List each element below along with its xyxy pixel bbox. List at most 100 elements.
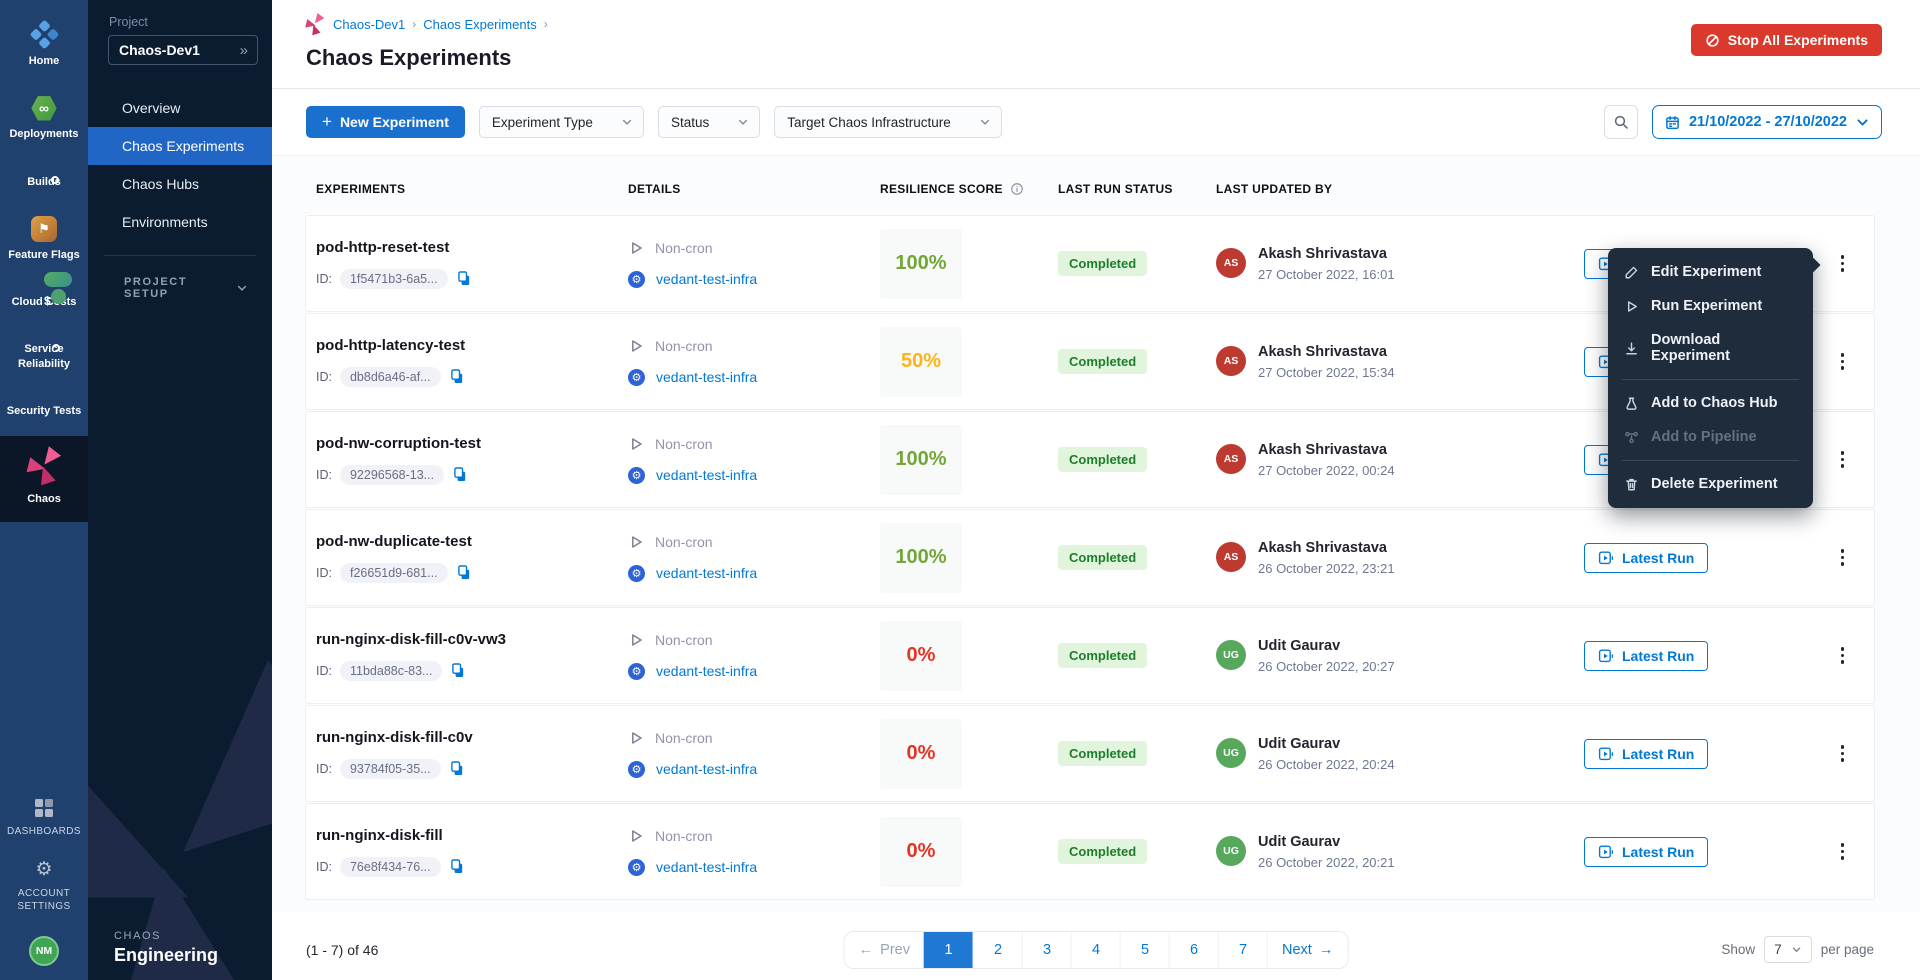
row-menu-kebab[interactable] [1835,347,1851,376]
page-size-select[interactable]: 7 [1764,936,1812,963]
latest-run-button[interactable]: Latest Run [1584,739,1708,769]
updated-by-cell: AS Akash Shrivastava 26 October 2022, 23… [1216,540,1584,576]
latest-run-label: Latest Run [1622,844,1694,860]
expand-sidebar-icon[interactable]: » [240,43,248,58]
app-root: Home ∞ Deployments Builds ⚑ Feature Flag… [0,0,1920,980]
sidebar-item-overview[interactable]: Overview [88,89,272,127]
row-menu-kebab[interactable] [1835,641,1851,670]
page-button-3[interactable]: 3 [1022,932,1071,968]
menu-item-run-experiment[interactable]: Run Experiment [1608,289,1813,323]
menu-item-edit-experiment[interactable]: Edit Experiment [1608,255,1813,289]
nav-rail-item-feature-flags[interactable]: ⚑ Feature Flags [0,207,88,271]
nav-rail-item-chaos[interactable]: Chaos [0,436,88,521]
experiment-type: Non-cron [655,338,713,354]
filter-status[interactable]: Status [658,106,760,138]
latest-run-button[interactable]: Latest Run [1584,543,1708,573]
experiment-cell: pod-nw-corruption-test ID: 92296568-13..… [306,435,628,485]
feature-flags-icon: ⚑ [31,216,57,242]
search-button[interactable] [1604,105,1638,139]
experiment-name[interactable]: run-nginx-disk-fill [316,827,628,844]
experiment-cell: pod-http-latency-test ID: db8d6a46-af... [306,337,628,387]
project-setup-section[interactable]: PROJECT SETUP [88,256,272,300]
copy-id-icon[interactable] [452,466,468,483]
breadcrumb-link-chaos-dev1[interactable]: Chaos-Dev1 [333,17,405,32]
sidebar-item-chaos-experiments[interactable]: Chaos Experiments [88,127,272,165]
nav-rail-item-deployments[interactable]: ∞ Deployments [0,86,88,150]
row-menu-kebab[interactable] [1835,445,1851,474]
page-button-6[interactable]: 6 [1169,932,1218,968]
nav-rail-item-service-reliability[interactable]: Service Reliability [0,327,88,380]
copy-id-icon[interactable] [450,662,466,679]
copy-id-icon[interactable] [456,564,472,581]
page-button-5[interactable]: 5 [1120,932,1169,968]
play-icon [628,632,644,648]
copy-id-icon[interactable] [449,858,465,875]
menu-item-download-experiment[interactable]: Download Experiment [1608,323,1813,373]
nav-rail-item-home[interactable]: Home [0,12,88,77]
filter-experiment-type[interactable]: Experiment Type [479,106,644,138]
infrastructure-link[interactable]: vedant-test-infra [656,761,757,777]
infrastructure-link[interactable]: vedant-test-infra [656,369,757,385]
page-button-4[interactable]: 4 [1071,932,1120,968]
page-button-7[interactable]: 7 [1218,932,1267,968]
experiment-name[interactable]: pod-nw-duplicate-test [316,533,628,550]
row-menu-kebab[interactable] [1835,837,1851,866]
experiment-name[interactable]: pod-nw-corruption-test [316,435,628,452]
infrastructure-link[interactable]: vedant-test-infra [656,663,757,679]
row-menu-kebab[interactable] [1835,739,1851,768]
page-size-value: 7 [1774,942,1782,957]
play-icon [628,828,644,844]
next-page-button[interactable]: Next → [1267,932,1347,968]
page-button-1[interactable]: 1 [924,932,973,968]
infrastructure-link[interactable]: vedant-test-infra [656,467,757,483]
breadcrumb-link-chaos-experiments[interactable]: Chaos Experiments [423,17,536,32]
experiment-name[interactable]: pod-http-reset-test [316,239,628,256]
table-row: run-nginx-disk-fill ID: 76e8f434-76... N… [306,804,1874,899]
table-header-row: EXPERIMENTSDETAILSRESILIENCE SCORELAST R… [306,166,1874,216]
experiment-name[interactable]: run-nginx-disk-fill-c0v [316,729,628,746]
experiment-id-label: ID: [316,762,332,776]
row-menu-kebab[interactable] [1835,543,1851,572]
sidebar-item-environments[interactable]: Environments [88,203,272,241]
menu-item-add-to-chaos-hub[interactable]: Add to Chaos Hub [1608,386,1813,420]
page-button-2[interactable]: 2 [973,932,1022,968]
row-menu-kebab[interactable] [1835,249,1851,278]
nav-rail-item-dashboards[interactable]: DASHBOARDS [0,788,88,847]
breadcrumb-separator: › [544,17,548,31]
latest-run-button[interactable]: Latest Run [1584,837,1708,867]
sidebar-item-chaos-hubs[interactable]: Chaos Hubs [88,165,272,203]
filter-target-chaos-infrastructure[interactable]: Target Chaos Infrastructure [774,106,1002,138]
copy-id-icon[interactable] [449,760,465,777]
new-experiment-button[interactable]: + New Experiment [306,106,465,138]
filter-label: Target Chaos Infrastructure [787,115,951,130]
status-badge: Completed [1058,643,1147,668]
experiment-id: 92296568-13... [340,465,444,485]
kubernetes-icon: ⚙ [628,369,645,386]
latest-run-button[interactable]: Latest Run [1584,641,1708,671]
chevron-down-icon [1856,116,1869,129]
menu-item-delete-experiment[interactable]: Delete Experiment [1608,467,1813,501]
nav-rail-item-account-settings[interactable]: ⚙ ACCOUNT SETTINGS [0,851,88,922]
stop-all-experiments-button[interactable]: Stop All Experiments [1691,24,1882,56]
date-range-picker[interactable]: 21/10/2022 - 27/10/2022 [1652,105,1882,139]
project-label: Project [109,15,272,29]
nav-rail-item-security-tests[interactable]: Security Tests [0,389,88,427]
infrastructure-link[interactable]: vedant-test-infra [656,565,757,581]
nav-rail-item-builds[interactable]: Builds [0,160,88,198]
copy-id-icon[interactable] [449,368,465,385]
infrastructure-link[interactable]: vedant-test-infra [656,859,757,875]
avatar: UG [1216,640,1246,670]
nav-rail-item-cloud-costs[interactable]: $ Cloud Costs [0,280,88,318]
user-avatar[interactable]: NM [29,936,59,966]
project-selector[interactable]: Chaos-Dev1 » [108,35,258,65]
experiment-name[interactable]: pod-http-latency-test [316,337,628,354]
resilience-score-cell: 100% [880,523,1058,593]
infrastructure-link[interactable]: vedant-test-infra [656,271,757,287]
copy-id-icon[interactable] [456,270,472,287]
menu-item-label: Run Experiment [1651,298,1762,314]
kubernetes-icon: ⚙ [628,761,645,778]
experiment-name[interactable]: run-nginx-disk-fill-c0v-vw3 [316,631,628,648]
prev-page-button[interactable]: ← Prev [845,932,924,968]
experiment-type: Non-cron [655,828,713,844]
next-label: Next [1282,942,1312,958]
